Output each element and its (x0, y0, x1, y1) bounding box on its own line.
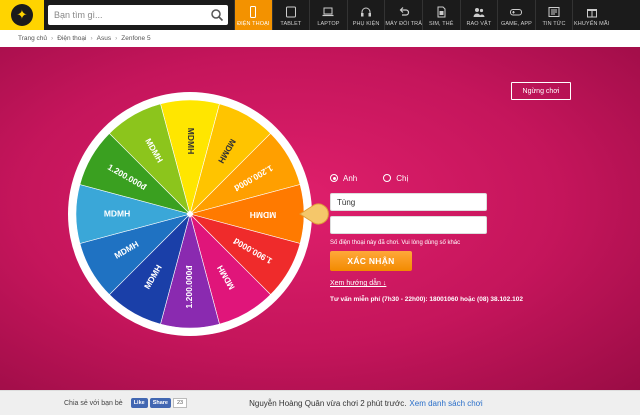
nav-item-sim[interactable]: SIM, THẺ (421, 0, 460, 30)
wheel-segment-label: MDMH (186, 128, 196, 154)
share-label: Chia sẻ với bạn bè (64, 399, 123, 407)
gift-icon (586, 6, 598, 18)
facebook-like-button[interactable]: Like (130, 398, 148, 408)
gender-selector: Anh Chị (330, 172, 540, 184)
prize-wheel[interactable]: MDMH MDMH 1.200.000đ MDMH 1.900.000đ MDMH 1.20… (68, 92, 329, 336)
recent-player-text: Nguyễn Hoàng Quân vừa chơi 2 phút trước. (249, 398, 407, 408)
share-button-label: Share (152, 400, 168, 406)
stop-playing-button[interactable]: Ngừng chơi (511, 82, 571, 100)
nav-item-laptop[interactable]: LAPTOP (309, 0, 347, 30)
nav-label: TIN TỨC (542, 21, 566, 27)
nav-item-tablet[interactable]: TABLET (271, 0, 310, 30)
breadcrumb-phones[interactable]: Điện thoại (57, 35, 86, 42)
wheel-segment-label: 1.200.000đ (184, 265, 194, 309)
nav-item-promotions[interactable]: KHUYẾN MÃI (572, 0, 610, 30)
nav-label: KHUYẾN MÃI (574, 21, 610, 27)
news-icon (548, 6, 560, 18)
nav-label: LAPTOP (317, 21, 340, 27)
guide-link[interactable]: Xem hướng dẫn ↓ (330, 280, 540, 287)
people-icon (473, 6, 485, 18)
nav-item-exchange[interactable]: MÁY ĐỔI TRẢ (384, 0, 422, 30)
nav-item-news[interactable]: TIN TỨC (534, 0, 573, 30)
headphone-icon (360, 6, 372, 18)
phone-icon (247, 6, 259, 18)
name-input[interactable] (330, 193, 487, 211)
nav-label: MÁY ĐỔI TRẢ (385, 21, 422, 27)
confirm-button[interactable]: XÁC NHẬN (330, 251, 412, 271)
breadcrumb-home[interactable]: Trang chủ (18, 35, 47, 42)
gamepad-icon (510, 6, 523, 18)
breadcrumb: Trang chủ › Điện thoại › Asus › Zenfone … (0, 30, 640, 47)
main-nav: ĐIỆN THOẠI TABLET LAPTOP PHỤ KIỆN MÁY ĐỔ… (234, 0, 610, 30)
breadcrumb-product[interactable]: Zenfone 5 (121, 35, 150, 42)
return-icon (398, 6, 410, 18)
phone-error-message: Số điện thoại này đã chơi. Vui lòng dùng… (330, 240, 461, 246)
gender-radio-male[interactable] (330, 174, 338, 182)
phone-input[interactable] (330, 216, 487, 234)
like-label: Like (133, 400, 145, 406)
share-count: 23 (173, 398, 188, 408)
footer-bar: Chia sẻ với bạn bè Like Share 23 Nguyễn … (0, 390, 640, 415)
breadcrumb-separator: › (51, 35, 54, 42)
gender-label-male[interactable]: Anh (343, 174, 357, 183)
site-logo[interactable]: ✦ (0, 0, 44, 30)
nav-label: RAO VẶT (466, 21, 492, 27)
wheel-segment-label: MDMH (250, 210, 276, 220)
lucky-wheel-stage: Ngừng chơi MDMH MDMH 1.200.000đ MDMH 1.900.0… (0, 47, 640, 390)
logo-icon: ✦ (11, 4, 33, 26)
nav-label: TABLET (280, 21, 302, 27)
breadcrumb-separator: › (90, 35, 93, 42)
wheel-hub (187, 211, 193, 217)
top-bar: ✦ ĐIỆN THOẠI TABLET LAPTOP PHỤ KIỆN MÁY … (0, 0, 640, 30)
nav-item-games[interactable]: GAME, APP (497, 0, 535, 30)
breadcrumb-separator: › (115, 35, 118, 42)
sim-card-icon (435, 6, 447, 18)
hotline-text: Tư vấn miễn phí (7h30 - 22h00): 18001060… (330, 296, 523, 303)
nav-label: ĐIỆN THOẠI (237, 21, 270, 27)
search-box (48, 5, 228, 25)
gender-label-female[interactable]: Chị (396, 174, 408, 183)
gender-radio-female[interactable] (383, 174, 392, 182)
prize-wheel-graphic: MDMH MDMH1.200.000đMDMH1.900.000đMDMH1.20… (68, 92, 329, 336)
breadcrumb-brand[interactable]: Asus (97, 35, 111, 42)
tablet-icon (285, 6, 297, 18)
player-list-link[interactable]: Xem danh sách chơi (409, 399, 482, 408)
laptop-icon (322, 6, 334, 18)
nav-label: GAME, APP (501, 21, 532, 27)
nav-label: SIM, THẺ (428, 21, 454, 27)
nav-item-accessories[interactable]: PHỤ KIỆN (346, 0, 385, 30)
wheel-segment-label: MDMH (104, 208, 130, 218)
nav-label: PHỤ KIỆN (352, 21, 380, 27)
search-input[interactable] (54, 6, 204, 24)
search-icon[interactable] (210, 8, 224, 22)
player-form: Anh Chị Số điện thoại này đã chơi. Vui l… (330, 172, 540, 303)
facebook-share-button[interactable]: Share (149, 398, 171, 408)
nav-item-phone[interactable]: ĐIỆN THOẠI (234, 0, 272, 30)
nav-item-classifieds[interactable]: RAO VẶT (459, 0, 498, 30)
